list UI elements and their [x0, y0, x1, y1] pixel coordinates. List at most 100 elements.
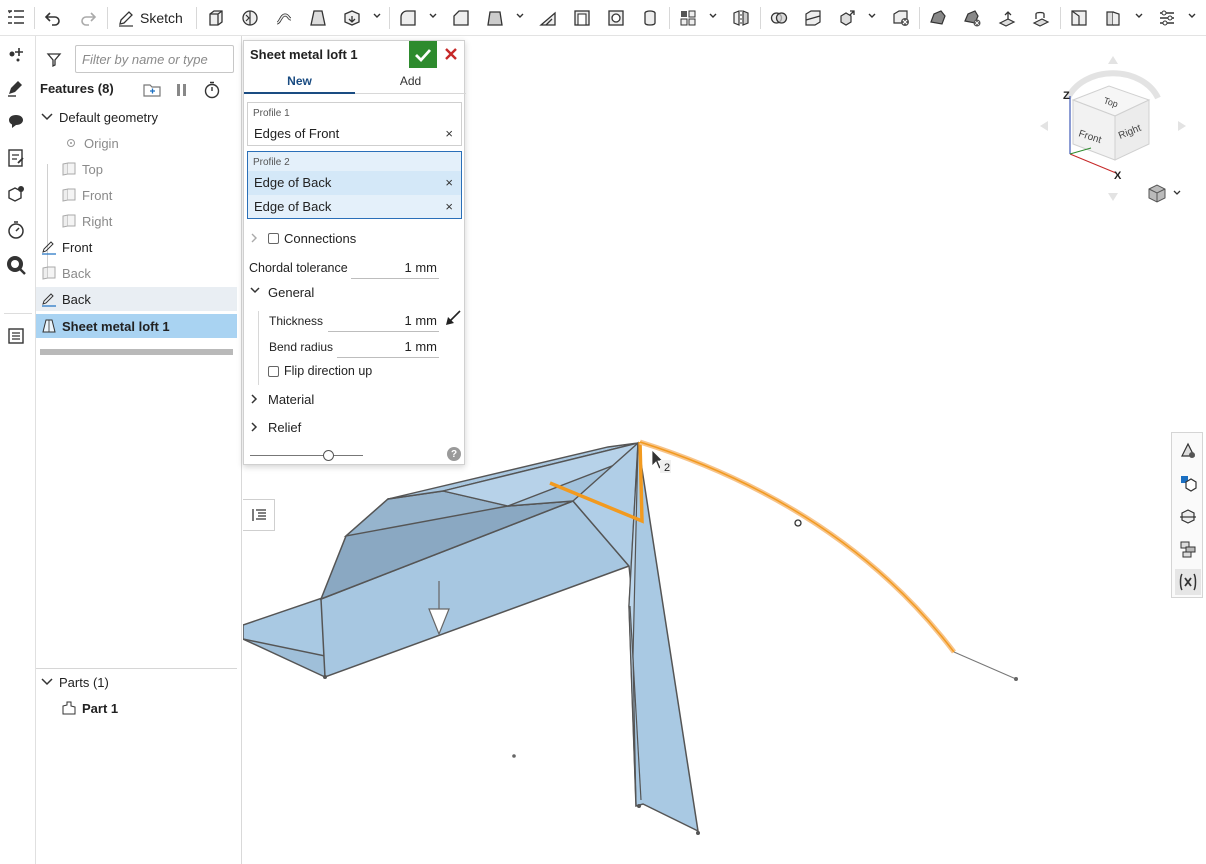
help-icon[interactable]: ?	[447, 447, 461, 461]
appearance-icon[interactable]	[1175, 437, 1201, 463]
parts-header[interactable]: Parts (1)	[36, 670, 237, 694]
flange-icon[interactable]	[995, 5, 1019, 31]
fillet-icon[interactable]	[396, 5, 420, 31]
hem-icon[interactable]	[1029, 5, 1053, 31]
mirror-icon[interactable]	[729, 5, 753, 31]
bend-radius-input[interactable]: 1 mm	[337, 339, 438, 354]
stopwatch-icon[interactable]	[203, 81, 221, 99]
sheet-metal-finish-icon[interactable]	[960, 5, 984, 31]
notes-icon[interactable]	[4, 146, 28, 170]
draft-icon[interactable]	[483, 5, 507, 31]
tree-item-default-geometry[interactable]: Default geometry	[36, 105, 237, 129]
inspect-icon[interactable]	[4, 253, 28, 277]
more-tools-icon[interactable]	[1155, 5, 1179, 31]
configurations-icon[interactable]	[4, 182, 28, 206]
chevron-right-icon[interactable]	[249, 393, 259, 405]
tree-item-top-plane[interactable]: Top	[36, 157, 237, 181]
tree-item-right-plane[interactable]: Right	[36, 209, 237, 233]
tree-item-back-sketch[interactable]: Back	[36, 287, 237, 311]
chevron-right-icon[interactable]	[249, 232, 259, 244]
flip-direction-checkbox[interactable]	[268, 366, 279, 377]
remove-profile-2-item-1-button[interactable]: ×	[445, 175, 453, 190]
sheet-metal-table-icon[interactable]	[1067, 5, 1091, 31]
comment-icon[interactable]	[4, 110, 28, 134]
chevron-down-icon[interactable]	[40, 675, 54, 689]
chordal-tolerance-input[interactable]: 1 mm	[351, 260, 438, 275]
transform-icon[interactable]	[835, 5, 859, 31]
loft-icon[interactable]	[306, 5, 330, 31]
part-item[interactable]: Part 1	[36, 696, 237, 720]
cancel-button[interactable]	[441, 44, 461, 64]
tessellation-slider-track[interactable]	[250, 455, 363, 456]
tree-item-sheet-metal-loft[interactable]: Sheet metal loft 1	[36, 314, 237, 338]
accept-button[interactable]	[409, 41, 437, 68]
undo-icon[interactable]	[42, 5, 64, 31]
chevron-down-icon[interactable]	[1135, 12, 1143, 20]
section-view-icon[interactable]	[1175, 503, 1201, 529]
cylinder-icon[interactable]	[638, 5, 662, 31]
pause-icon[interactable]	[175, 81, 189, 99]
shell-icon[interactable]	[570, 5, 594, 31]
chevron-down-icon[interactable]	[249, 286, 261, 296]
chevron-down-icon[interactable]	[429, 12, 437, 20]
tessellation-slider-handle[interactable]	[323, 450, 334, 461]
exploded-view-icon[interactable]	[1175, 536, 1201, 562]
sketch-button[interactable]: Sketch	[113, 5, 187, 31]
toolbar-divider	[196, 7, 197, 29]
rib-icon[interactable]	[536, 5, 560, 31]
delete-part-icon[interactable]	[889, 5, 913, 31]
rollback-bar[interactable]	[40, 349, 233, 355]
filter-input[interactable]	[75, 45, 234, 73]
chevron-right-icon[interactable]	[249, 421, 259, 433]
timer-icon[interactable]	[4, 218, 28, 242]
extrude-icon[interactable]	[204, 5, 228, 31]
vertex-point	[1014, 677, 1018, 681]
hole-icon[interactable]	[604, 5, 628, 31]
remove-profile-1-item-button[interactable]: ×	[445, 126, 453, 141]
remove-profile-2-item-2-button[interactable]: ×	[445, 199, 453, 214]
tree-item-label: Front	[82, 187, 113, 203]
tab-new[interactable]: New	[244, 74, 355, 94]
variable-table-icon[interactable]	[4, 324, 28, 348]
sweep-icon[interactable]	[272, 5, 296, 31]
redo-icon[interactable]	[77, 5, 99, 31]
chevron-down-icon[interactable]	[1188, 12, 1196, 20]
profile-1-field[interactable]: Profile 1 Edges of Front ×	[247, 102, 462, 146]
chevron-down-icon[interactable]	[709, 12, 717, 20]
revolve-icon[interactable]	[238, 5, 262, 31]
chevron-down-icon[interactable]	[868, 12, 876, 20]
feature-list-icon[interactable]	[4, 5, 28, 31]
tab-add[interactable]: Add	[355, 74, 466, 94]
tree-item-back-plane[interactable]: Back	[36, 261, 237, 285]
chevron-down-icon[interactable]	[516, 12, 524, 20]
chevron-down-icon[interactable]	[40, 110, 54, 124]
boolean-icon[interactable]	[767, 5, 791, 31]
add-folder-icon[interactable]	[142, 81, 162, 99]
chamfer-icon[interactable]	[449, 5, 473, 31]
insert-icon[interactable]	[4, 42, 28, 66]
profile-2-field[interactable]: Profile 2 Edge of Back × Edge of Back ×	[247, 151, 462, 219]
sketch-tool-icon[interactable]	[4, 76, 28, 100]
view-mode-icon[interactable]	[1148, 184, 1181, 203]
tree-item-front-plane[interactable]: Front	[36, 183, 237, 207]
pattern-icon[interactable]	[676, 5, 700, 31]
tree-item-origin[interactable]: Origin	[36, 131, 237, 155]
variables-icon[interactable]	[1175, 569, 1201, 595]
connections-checkbox[interactable]	[268, 233, 279, 244]
material-group-label[interactable]: Material	[268, 392, 314, 407]
sheet-metal-model-icon[interactable]	[926, 5, 950, 31]
relief-group-label[interactable]: Relief	[268, 420, 301, 435]
thicken-icon[interactable]	[340, 5, 364, 31]
flip-arrow-icon[interactable]	[444, 309, 462, 327]
filter-icon[interactable]	[46, 52, 62, 68]
thickness-underline	[328, 331, 439, 332]
tree-item-front-sketch[interactable]: Front	[36, 235, 237, 259]
split-icon[interactable]	[801, 5, 825, 31]
chevron-down-icon[interactable]	[373, 12, 381, 20]
thickness-input[interactable]: 1 mm	[328, 313, 438, 328]
toggle-panel-button[interactable]	[243, 499, 275, 531]
display-states-icon[interactable]	[1175, 470, 1201, 496]
flat-view-icon[interactable]	[1101, 5, 1125, 31]
general-group-label[interactable]: General	[268, 285, 314, 300]
view-cube[interactable]: Top Front Right Z X	[1040, 56, 1186, 201]
